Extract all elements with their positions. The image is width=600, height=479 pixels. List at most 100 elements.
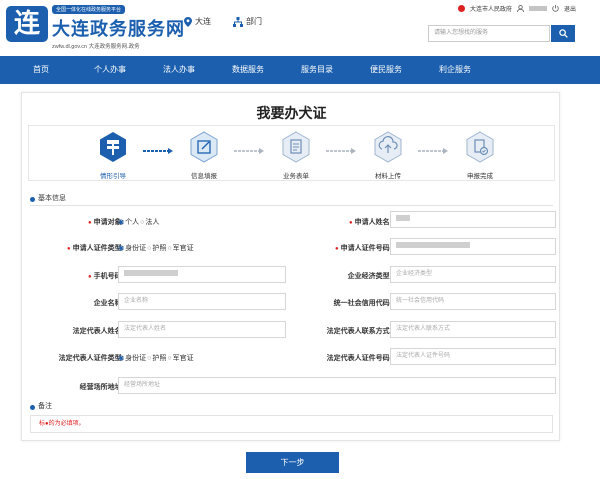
legal-rep-name-label: 法定代表人姓名: (72, 328, 124, 335)
step-label: 申报完成 (467, 173, 493, 180)
gov-link[interactable]: 大连市人民政府 (470, 4, 512, 13)
nav-personal[interactable]: 个人办事 (94, 56, 126, 84)
id-number-input[interactable] (390, 238, 556, 255)
step-arrow-icon (234, 148, 264, 154)
search-button[interactable] (551, 25, 575, 42)
section-bullet-icon (30, 404, 35, 410)
step-label: 信息填报 (191, 173, 217, 180)
nav-enterprise[interactable]: 利企服务 (439, 56, 471, 84)
mobile-input[interactable] (118, 266, 286, 283)
radio-unselected-icon[interactable]: ○ (167, 355, 171, 362)
org-chart-icon (233, 16, 243, 27)
business-address-input[interactable]: 经营场所地址 (118, 377, 556, 394)
form-edit-icon (190, 131, 218, 163)
section-divider (30, 205, 553, 206)
radio-option-id-card[interactable]: 身份证 (125, 243, 146, 253)
user-icon (516, 5, 524, 12)
page-title: 我要办犬证 (256, 105, 327, 121)
nav-home[interactable]: 首页 (33, 56, 49, 84)
remark-header: 备注 (30, 402, 52, 412)
company-name-label: 企业名称: (93, 300, 124, 307)
search-input[interactable]: 请输入您想找的服务 (428, 25, 550, 42)
next-step-button[interactable]: 下一步 (246, 452, 339, 473)
nav-corporate[interactable]: 法人办事 (163, 56, 195, 84)
company-type-label: 企业经济类型: (347, 273, 392, 280)
nav-service-catalog[interactable]: 服务目录 (301, 56, 333, 84)
redacted-value (396, 242, 470, 249)
applicant-name-input[interactable] (390, 211, 556, 228)
credit-code-input[interactable]: 统一社会信用代码 (390, 293, 556, 310)
radio-option-officer-id[interactable]: 军官证 (173, 353, 194, 363)
step-label: 材料上传 (375, 173, 401, 180)
top-links: 大连市人民政府 退出 (457, 4, 576, 13)
basic-info-header: 基本信息 (30, 194, 66, 204)
radio-selected-icon[interactable]: ◉ (118, 244, 124, 252)
radio-selected-icon[interactable]: ◉ (118, 218, 124, 226)
step-label: 情形引导 (100, 173, 126, 180)
applicant-type-label: ● 申请对象: (88, 219, 124, 226)
department-selector[interactable]: 部门 (233, 16, 262, 27)
step-label: 业务表单 (283, 173, 309, 180)
logout-link[interactable]: 退出 (564, 4, 576, 13)
radio-selected-icon[interactable]: ◉ (118, 354, 124, 362)
username-redacted[interactable] (528, 6, 547, 11)
legal-rep-id-number-label: 法定代表人证件号码: (326, 355, 392, 362)
section-title: 备注 (38, 403, 52, 410)
step-upload: 材料上传 (358, 131, 418, 180)
legal-rep-id-type-radio-group: ◉ 身份证 ○ 护照 ○ 军官证 (118, 353, 194, 363)
radio-option-officer-id[interactable]: 军官证 (173, 243, 194, 253)
location-selector[interactable]: 大连 (184, 16, 211, 27)
logout-icon (552, 5, 559, 12)
mobile-label: ● 手机号码: (88, 273, 124, 280)
step-business-form: 业务表单 (266, 131, 326, 180)
radio-option-passport[interactable]: 护照 (152, 353, 166, 363)
location-label: 大连 (195, 17, 211, 26)
radio-unselected-icon[interactable]: ○ (167, 245, 171, 252)
site-title: 大连政务服务网 (52, 19, 185, 39)
radio-unselected-icon[interactable]: ○ (140, 219, 144, 226)
credit-code-label: 统一社会信用代码: (333, 300, 392, 307)
site-domain: zwfw.dl.gov.cn 大连政务服务网.政务 (52, 44, 140, 50)
radio-unselected-icon[interactable]: ○ (147, 245, 151, 252)
legal-rep-id-number-input[interactable]: 法定代表人证件号码 (390, 348, 556, 365)
site-logo[interactable]: 连 (6, 6, 48, 42)
section-title: 基本信息 (38, 195, 66, 202)
id-type-radio-group: ◉ 身份证 ○ 护照 ○ 军官证 (118, 243, 194, 253)
radio-option-legal-person[interactable]: 法人 (145, 217, 159, 227)
step-arrow-active-icon (143, 148, 173, 154)
radio-option-id-card[interactable]: 身份证 (125, 353, 146, 363)
radio-option-passport[interactable]: 护照 (152, 243, 166, 253)
location-pin-icon (184, 16, 192, 27)
nav-convenience[interactable]: 便民服务 (370, 56, 402, 84)
step-arrow-icon (418, 148, 448, 154)
main-nav: 首页 个人办事 法人办事 数据服务 服务目录 便民服务 利企服务 (0, 56, 600, 84)
document-icon (282, 131, 310, 163)
legal-rep-name-input[interactable]: 法定代表人姓名 (118, 321, 286, 338)
progress-steps: 情形引导 信息填报 业务表单 材料上传 申报完成 (28, 125, 555, 181)
signpost-icon (100, 132, 126, 162)
step-guide: 情形引导 (83, 131, 143, 180)
id-type-label: ● 申请人证件类型: (67, 245, 124, 252)
legal-rep-contact-input[interactable]: 法定代表人联系方式 (390, 321, 556, 338)
section-bullet-icon (30, 196, 35, 202)
company-name-input[interactable]: 企业名称 (118, 293, 286, 310)
legal-rep-id-type-label: 法定代表人证件类型: (58, 355, 124, 362)
application-panel: 我要办犬证 情形引导 信息填报 业务表单 材料上传 申报完成 基本信息 ● 申请… (21, 92, 560, 441)
radio-option-individual[interactable]: 个人 (125, 217, 139, 227)
legal-rep-contact-label: 法定代表人联系方式: (326, 328, 392, 335)
step-fill-info: 信息填报 (174, 131, 234, 180)
complete-icon (466, 131, 494, 163)
logo-text-group: 全国一体化在线政务服务平台 大连政务服务网 zwfw.dl.gov.cn 大连政… (52, 5, 185, 50)
id-number-label: ● 申请人证件号码: (335, 245, 392, 252)
applicant-name-label: ● 申请人姓名: (349, 219, 392, 226)
business-address-label: 经营场所地址: (79, 384, 124, 391)
radio-unselected-icon[interactable]: ○ (147, 355, 151, 362)
step-arrow-icon (326, 148, 356, 154)
upload-icon (374, 131, 402, 163)
nav-data-services[interactable]: 数据服务 (232, 56, 264, 84)
company-type-input[interactable]: 企业经济类型 (390, 266, 556, 283)
remark-note: 标●的为必填项。 (30, 415, 553, 433)
redacted-value (124, 270, 178, 277)
site-header: 连 全国一体化在线政务服务平台 大连政务服务网 zwfw.dl.gov.cn 大… (0, 0, 600, 56)
platform-slogan: 全国一体化在线政务服务平台 (52, 5, 126, 14)
